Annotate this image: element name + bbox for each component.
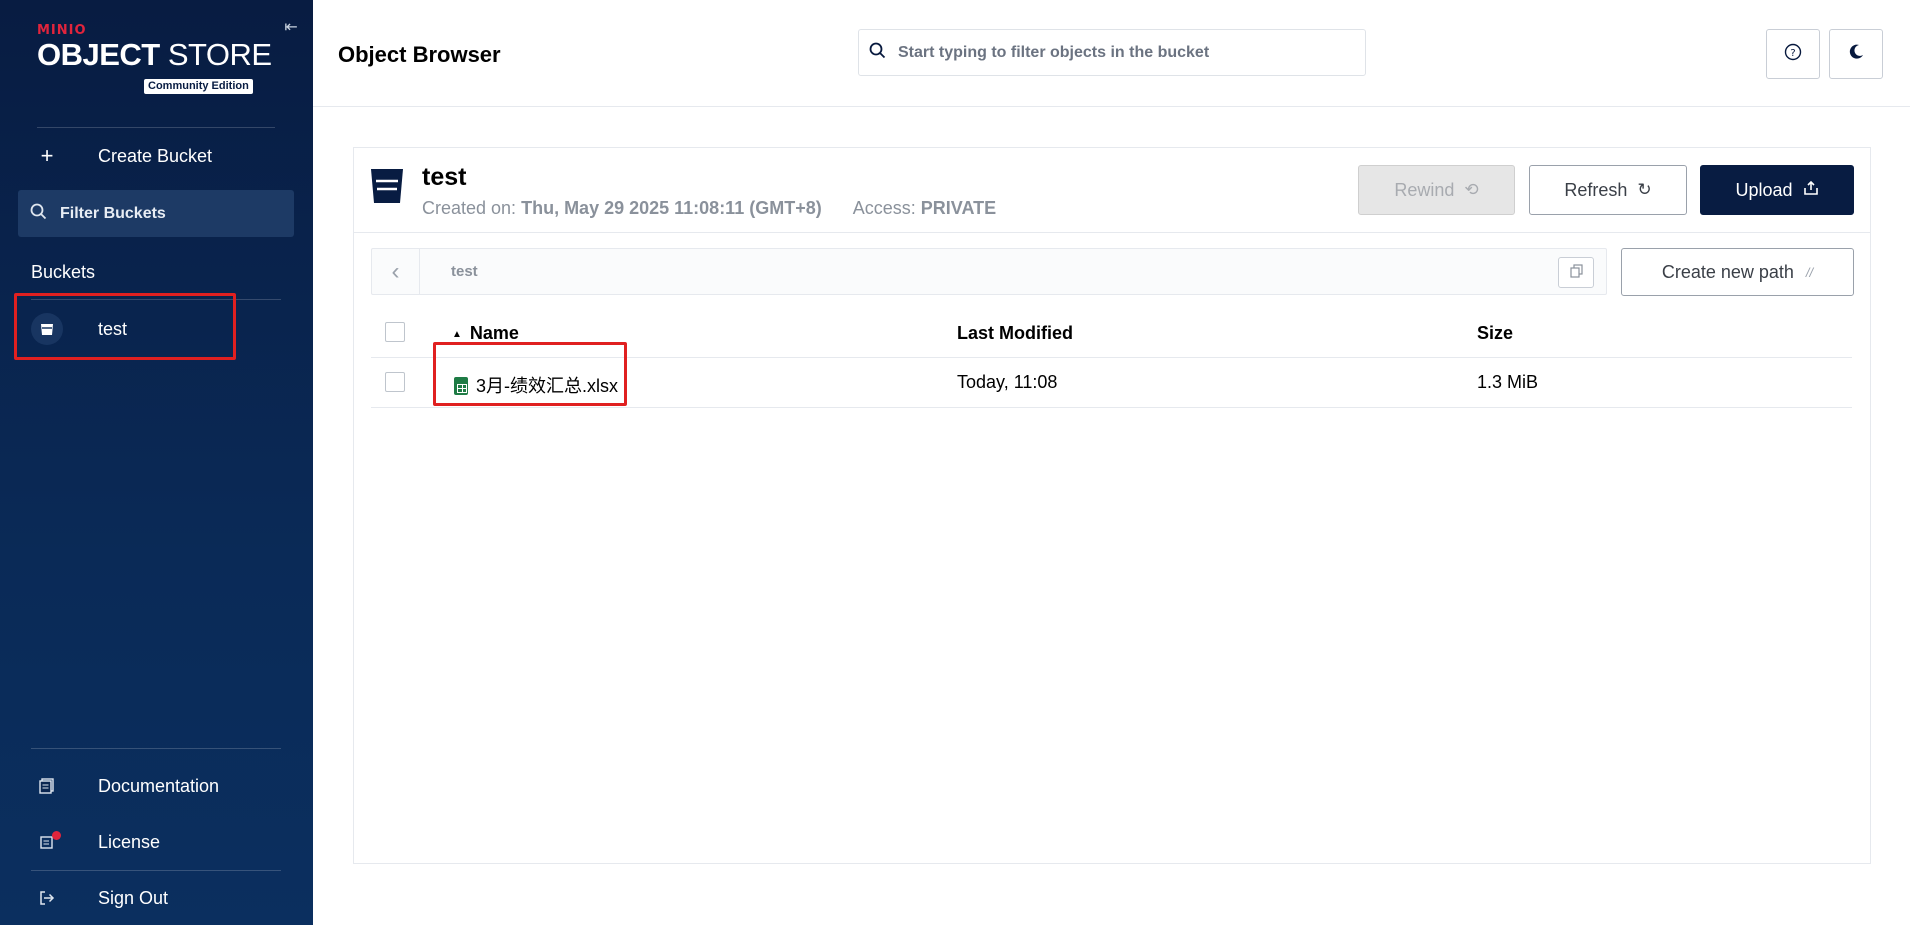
help-circle-icon: ? bbox=[1784, 43, 1802, 66]
documentation-label: Documentation bbox=[98, 775, 220, 796]
column-header-name[interactable]: ▲ Name bbox=[452, 323, 519, 344]
upload-button[interactable]: Upload bbox=[1700, 165, 1854, 215]
created-value: Thu, May 29 2025 11:08:11 (GMT+8) bbox=[521, 198, 822, 218]
size-cell: 1.3 MiB bbox=[1477, 372, 1539, 392]
create-new-path-label: Create new path bbox=[1661, 261, 1794, 282]
new-path-icon: // bbox=[1805, 264, 1814, 280]
sidebar-divider bbox=[31, 748, 281, 749]
refresh-label: Refresh bbox=[1564, 179, 1628, 200]
bucket-name: test bbox=[422, 163, 467, 191]
svg-text:?: ? bbox=[1790, 48, 1795, 59]
license-link[interactable]: License bbox=[18, 819, 294, 865]
page-header: Object Browser ? bbox=[313, 0, 1910, 107]
refresh-icon: ↻ bbox=[1637, 180, 1652, 199]
brand-minio: MINIO bbox=[37, 23, 87, 38]
upload-label: Upload bbox=[1735, 179, 1793, 200]
bucket-icon bbox=[370, 167, 404, 205]
buckets-heading: Buckets bbox=[31, 262, 96, 282]
collapse-left-icon[interactable]: ⇤ bbox=[281, 18, 301, 38]
filter-buckets-field[interactable] bbox=[18, 190, 294, 237]
rewind-button[interactable]: Rewind ⟲ bbox=[1358, 165, 1515, 215]
license-label: License bbox=[98, 831, 161, 852]
back-chevron-icon[interactable]: ‹ bbox=[372, 249, 420, 294]
access-value: PRIVATE bbox=[920, 198, 997, 218]
bucket-info-bar: test Created on: Thu, May 29 2025 11:08:… bbox=[354, 148, 1870, 233]
moon-icon bbox=[1847, 43, 1865, 66]
sign-out-icon bbox=[31, 882, 63, 914]
column-header-modified[interactable]: Last Modified bbox=[957, 323, 1073, 344]
create-new-path-button[interactable]: Create new path // bbox=[1621, 248, 1854, 296]
create-bucket-label: Create Bucket bbox=[98, 145, 213, 166]
select-all-checkbox[interactable] bbox=[385, 322, 405, 342]
rewind-label: Rewind bbox=[1394, 179, 1455, 200]
brand-logo: MINIO OBJECT STORE Community Edition bbox=[37, 23, 277, 94]
history-icon: ⟲ bbox=[1464, 180, 1479, 199]
highlight-box bbox=[433, 342, 627, 406]
sidebar-divider bbox=[31, 870, 281, 871]
refresh-button[interactable]: Refresh ↻ bbox=[1529, 165, 1687, 215]
created-label: Created on: bbox=[422, 198, 517, 218]
sidebar-divider bbox=[37, 127, 275, 128]
brand-title-bold: OBJECT bbox=[37, 37, 160, 72]
breadcrumb: ‹ test bbox=[371, 248, 1607, 295]
column-name-label: Name bbox=[469, 323, 519, 343]
brand-title: OBJECT STORE bbox=[37, 38, 277, 72]
search-icon bbox=[30, 203, 50, 225]
sign-out-button[interactable]: Sign Out bbox=[18, 875, 294, 921]
license-icon bbox=[31, 826, 63, 858]
notification-dot bbox=[52, 831, 61, 840]
row-checkbox[interactable] bbox=[385, 372, 405, 392]
filter-buckets-input[interactable] bbox=[60, 204, 280, 223]
help-button[interactable]: ? bbox=[1766, 29, 1820, 79]
documentation-link[interactable]: Documentation bbox=[18, 763, 294, 809]
upload-icon bbox=[1803, 180, 1819, 201]
brand-title-light: STORE bbox=[159, 37, 272, 72]
sign-out-label: Sign Out bbox=[98, 887, 169, 908]
object-search-field[interactable] bbox=[858, 29, 1366, 76]
sort-asc-icon: ▲ bbox=[452, 329, 462, 340]
breadcrumb-path[interactable]: test bbox=[451, 263, 478, 280]
modified-cell: Today, 11:08 bbox=[957, 372, 1058, 392]
plus-icon: + bbox=[40, 143, 54, 168]
search-icon bbox=[869, 42, 886, 64]
create-bucket-button[interactable]: + Create Bucket bbox=[18, 133, 294, 179]
sidebar: ⇤ MINIO OBJECT STORE Community Edition +… bbox=[0, 0, 313, 925]
access-label: Access: bbox=[852, 198, 916, 218]
theme-toggle-button[interactable] bbox=[1829, 29, 1883, 79]
column-header-size[interactable]: Size bbox=[1477, 323, 1513, 344]
document-icon bbox=[31, 770, 63, 802]
brand-edition-badge: Community Edition bbox=[144, 79, 253, 94]
copy-path-button[interactable] bbox=[1558, 257, 1594, 288]
bucket-panel: test Created on: Thu, May 29 2025 11:08:… bbox=[353, 147, 1871, 864]
highlight-box bbox=[14, 293, 236, 360]
page-title: Object Browser bbox=[338, 42, 501, 67]
copy-icon bbox=[1569, 264, 1583, 281]
object-search-input[interactable] bbox=[898, 43, 1338, 62]
bucket-meta: Created on: Thu, May 29 2025 11:08:11 (G… bbox=[422, 198, 996, 219]
